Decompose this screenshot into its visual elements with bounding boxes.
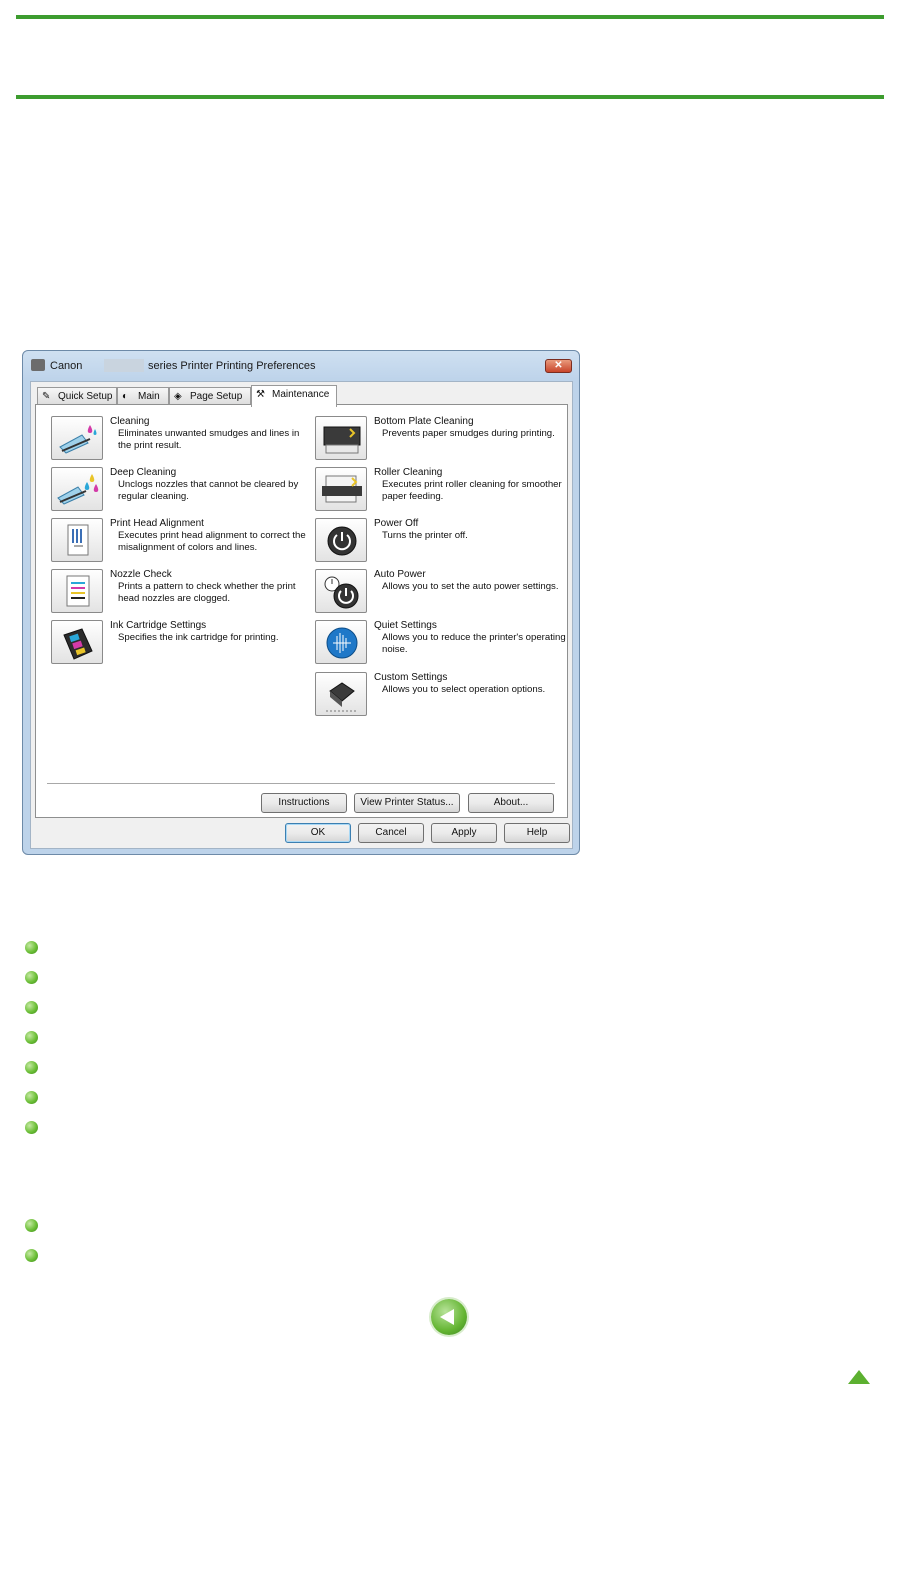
- about-button[interactable]: About...: [468, 793, 554, 813]
- item-description: Prevents paper smudges during printing.: [382, 428, 555, 439]
- apply-button[interactable]: Apply: [431, 823, 497, 843]
- green-bullet-icon: [25, 971, 38, 984]
- item-title: Cleaning: [110, 416, 150, 427]
- item-description: Executes print head alignment to correct…: [118, 530, 306, 553]
- ink-cartridge-settings-item: Ink Cartridge Settings Specifies the ink…: [51, 620, 301, 670]
- print-head-alignment-button[interactable]: [51, 518, 103, 562]
- item-title: Ink Cartridge Settings: [110, 620, 207, 631]
- green-bullet-icon: [25, 1001, 38, 1014]
- item-title: Print Head Alignment: [110, 518, 204, 529]
- item-description: Executes print roller cleaning for smoot…: [382, 479, 562, 502]
- dialog-title-suffix: series Printer Printing Preferences: [148, 360, 316, 372]
- green-bullet-icon: [25, 1061, 38, 1074]
- item-title: Power Off: [374, 518, 419, 529]
- auto-power-button[interactable]: [315, 569, 367, 613]
- dialog-title-bar[interactable]: Canon series Printer Printing Preference…: [23, 351, 579, 381]
- cancel-button[interactable]: Cancel: [358, 823, 424, 843]
- item-title: Bottom Plate Cleaning: [374, 416, 474, 427]
- item-title: Custom Settings: [374, 672, 448, 683]
- item-title: Nozzle Check: [110, 569, 172, 580]
- auto-power-icon: [324, 576, 359, 609]
- bottom-plate-cleaning-icon: [323, 426, 361, 454]
- header-rule-top: [16, 15, 884, 19]
- green-bullet-icon: [25, 1219, 38, 1232]
- roller-cleaning-button[interactable]: [315, 467, 367, 511]
- main-tab-icon: ◐: [122, 391, 129, 402]
- ink-cartridge-settings-button[interactable]: [51, 620, 103, 664]
- page-setup-icon: ◈: [174, 391, 182, 402]
- item-description: Eliminates unwanted smudges and lines in…: [118, 428, 300, 451]
- deep-cleaning-button[interactable]: [51, 467, 103, 511]
- item-title: Deep Cleaning: [110, 467, 177, 478]
- help-button[interactable]: Help: [504, 823, 570, 843]
- model-name-redaction: [104, 359, 144, 372]
- quiet-settings-item: Quiet Settings Allows you to reduce the …: [315, 620, 566, 670]
- item-description: Prints a pattern to check whether the pr…: [118, 581, 296, 604]
- printer-icon: [31, 359, 45, 371]
- tab-main[interactable]: ◐ Main: [117, 387, 169, 405]
- custom-settings-icon: [326, 682, 358, 712]
- green-bullet-icon: [25, 1121, 38, 1134]
- tab-label: Maintenance: [272, 389, 330, 400]
- power-off-button[interactable]: [315, 518, 367, 562]
- dialog-title-prefix: Canon: [50, 360, 83, 372]
- instructions-button[interactable]: Instructions: [261, 793, 347, 813]
- nozzle-check-icon: [66, 575, 90, 607]
- custom-settings-item: Custom Settings Allows you to select ope…: [315, 672, 565, 722]
- deep-cleaning-icon: [57, 474, 99, 505]
- green-bullet-icon: [25, 1249, 38, 1262]
- tab-label: Page Setup: [190, 391, 243, 402]
- roller-cleaning-icon: [322, 475, 362, 503]
- item-description: Unclogs nozzles that cannot be cleared b…: [118, 479, 299, 502]
- tab-label: Main: [138, 391, 160, 402]
- print-head-alignment-item: Print Head Alignment Executes print head…: [51, 518, 306, 568]
- view-printer-status-button[interactable]: View Printer Status...: [354, 793, 460, 813]
- deep-cleaning-item: Deep Cleaning Unclogs nozzles that canno…: [51, 467, 301, 517]
- ok-button[interactable]: OK: [285, 823, 351, 843]
- panel-separator: [47, 783, 555, 785]
- dialog-body: ✎ Quick Setup ◐ Main ◈ Page Setup ⚒ Maintena…: [30, 381, 573, 849]
- green-bullet-icon: [25, 941, 38, 954]
- maintenance-tools-icon: ⚒: [256, 389, 265, 400]
- cleaning-button[interactable]: [51, 416, 103, 460]
- roller-cleaning-item: Roller Cleaning Executes print roller cl…: [315, 467, 565, 517]
- quiet-settings-icon: [326, 627, 358, 659]
- nozzle-check-item: Nozzle Check Prints a pattern to check w…: [51, 569, 301, 619]
- print-head-alignment-icon: [67, 524, 89, 556]
- item-description: Turns the printer off.: [382, 530, 468, 541]
- ink-cartridge-icon: [63, 628, 93, 660]
- back-arrow-icon[interactable]: [431, 1299, 467, 1335]
- item-title: Quiet Settings: [374, 620, 437, 631]
- page-top-icon[interactable]: [848, 1370, 870, 1384]
- item-description: Specifies the ink cartridge for printing…: [118, 632, 279, 643]
- custom-settings-button[interactable]: [315, 672, 367, 716]
- bottom-plate-cleaning-item: Bottom Plate Cleaning Prevents paper smu…: [315, 416, 565, 466]
- cleaning-item: Cleaning Eliminates unwanted smudges and…: [51, 416, 301, 466]
- green-bullet-icon: [25, 1031, 38, 1044]
- item-description: Allows you to reduce the printer's opera…: [382, 632, 566, 655]
- power-off-item: Power Off Turns the printer off.: [315, 518, 565, 568]
- nozzle-check-button[interactable]: [51, 569, 103, 613]
- tab-quick-setup[interactable]: ✎ Quick Setup: [37, 387, 117, 405]
- close-button[interactable]: ✕: [545, 359, 572, 373]
- printing-preferences-dialog: Canon series Printer Printing Preference…: [22, 350, 580, 855]
- quiet-settings-button[interactable]: [315, 620, 367, 664]
- auto-power-item: Auto Power Allows you to set the auto po…: [315, 569, 565, 619]
- item-description: Allows you to select operation options.: [382, 684, 546, 695]
- cleaning-icon: [59, 425, 97, 454]
- maintenance-panel: Cleaning Eliminates unwanted smudges and…: [35, 404, 568, 818]
- tab-label: Quick Setup: [58, 391, 113, 402]
- tab-maintenance[interactable]: ⚒ Maintenance: [251, 385, 337, 407]
- green-bullet-icon: [25, 1091, 38, 1104]
- tab-page-setup[interactable]: ◈ Page Setup: [169, 387, 251, 405]
- bottom-plate-cleaning-button[interactable]: [315, 416, 367, 460]
- item-description: Allows you to set the auto power setting…: [382, 581, 559, 592]
- item-title: Auto Power: [374, 569, 426, 580]
- header-rule-bottom: [16, 95, 884, 99]
- item-title: Roller Cleaning: [374, 467, 443, 478]
- power-icon: [327, 526, 357, 556]
- quick-setup-icon: ✎: [42, 391, 51, 402]
